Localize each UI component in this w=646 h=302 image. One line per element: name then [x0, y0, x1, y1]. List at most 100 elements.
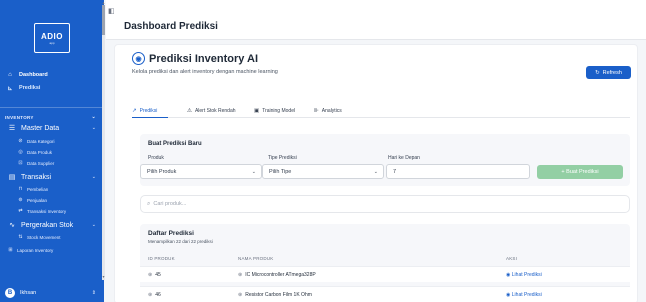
sidebar-item-label: Penjualan — [27, 197, 48, 203]
sidebar-scrollbar-thumb[interactable] — [102, 5, 105, 35]
sidebar-divider — [0, 107, 104, 108]
user-menu[interactable]: B Ikhsan ⇕ — [0, 284, 104, 302]
warning-icon: ⚠ — [187, 108, 192, 114]
box-icon: ⊛ — [148, 292, 153, 298]
box-icon: ⊛ — [238, 292, 243, 298]
row-id: ⊛ 45 — [148, 272, 161, 278]
box-icon: ⊛ — [148, 272, 153, 278]
tab-training-model[interactable]: ▣ Training Model — [254, 104, 295, 118]
refresh-button[interactable]: ↻ Refresh — [586, 66, 631, 79]
search-icon: ⌕ — [147, 200, 151, 207]
search-input[interactable]: ⌕ Cari produk... — [140, 195, 630, 213]
table-row: ⊛ 45 ⊛ IC Microcontroller ATmega328P ◉ Lih… — [140, 266, 630, 282]
chevron-down-icon: ⌄ — [91, 174, 96, 180]
sidebar-item-data-supplier[interactable]: ⊡ Data Supplier — [0, 157, 104, 169]
link-label: Lihat Prediksi — [511, 292, 542, 298]
column-header-action: AKSI — [506, 256, 518, 261]
sidebar-toggle-icon[interactable]: ◧ — [108, 7, 115, 15]
product-select-value: Pilih Produk — [147, 168, 177, 175]
truck-icon: ⊡ — [18, 160, 23, 166]
type-select[interactable]: Pilih Tipe ⌄ — [262, 164, 384, 179]
tab-label: Prediksi — [139, 107, 158, 114]
database-icon: ☰ — [8, 125, 16, 132]
app-logo[interactable]: ADIO app — [34, 23, 70, 53]
tab-bar: ↗ Prediksi ⚠ Alert Stok Rendah ▣ Trainin… — [132, 104, 630, 118]
tag-icon: ⊘ — [18, 138, 23, 144]
view-prediction-link[interactable]: ◉ Lihat Prediksi — [506, 292, 542, 298]
cart-icon: ⊓ — [18, 186, 23, 192]
row-name: ⊛ IC Microcontroller ATmega328P — [238, 272, 316, 278]
sidebar-item-laporan-inventory[interactable]: ⊞ Laporan Inventory — [0, 244, 104, 256]
section-label: INVENTORY — [5, 114, 34, 120]
sidebar-item-label: Transaksi Inventory — [27, 208, 67, 214]
sidebar-item-label: Dashboard — [19, 72, 48, 78]
group-label: Transaksi — [21, 173, 52, 181]
chevron-down-icon: ⌄ — [373, 168, 378, 175]
tab-alert-stok-rendah[interactable]: ⚠ Alert Stok Rendah — [187, 104, 236, 118]
refresh-label: Refresh — [602, 69, 622, 76]
tab-label: Training Model — [262, 108, 296, 114]
view-prediction-link[interactable]: ◉ Lihat Prediksi — [506, 272, 542, 278]
sidebar-group-transaksi[interactable]: ▤ Transaksi ⌄ — [0, 171, 104, 183]
row-name: ⊛ Resistor Carbon Film 1K Ohm — [238, 292, 312, 298]
logo-text: ADIO — [41, 31, 63, 41]
tab-analytics[interactable]: ⊪ Analytics — [314, 104, 342, 118]
chevron-down-icon: ⌄ — [251, 168, 256, 175]
column-header-id: ID PRODUK — [148, 256, 175, 261]
days-input-value: 7 — [393, 168, 397, 175]
ai-icon: ◉ — [132, 52, 145, 65]
sidebar-scrollbar[interactable] — [102, 5, 105, 280]
search-placeholder: Cari produk... — [153, 201, 187, 207]
chart-icon: ⊾ — [7, 85, 13, 92]
column-header-name: NAMA PRODUK — [238, 256, 274, 261]
tab-label: Alert Stok Rendah — [194, 108, 236, 114]
table-row: ⊛ 46 ⊛ Resistor Carbon Film 1K Ohm ◉ Lihat… — [140, 286, 630, 302]
chevron-down-icon: ⌄ — [91, 222, 96, 228]
tab-label: Analytics — [321, 108, 342, 114]
sidebar-item-label: Pembelian — [27, 186, 49, 192]
row-name-value: IC Microcontroller ATmega328P — [245, 272, 316, 278]
row-name-value: Resistor Carbon Film 1K Ohm — [245, 292, 312, 298]
product-label: Produk — [148, 155, 164, 161]
days-input[interactable]: 7 — [386, 164, 530, 179]
row-id: ⊛ 46 — [148, 292, 161, 298]
page-title: Dashboard Prediksi — [124, 21, 218, 32]
sale-icon: ⊚ — [18, 197, 23, 203]
sidebar: ADIO app ⌂ Dashboard ⊾ Prediksi INVENTOR… — [0, 0, 104, 302]
sidebar-group-master-data[interactable]: ☰ Master Data ⌄ — [0, 122, 104, 134]
sidebar-item-label: Prediksi — [19, 85, 41, 91]
group-label: Pergerakan Stok — [21, 221, 74, 229]
type-label: Tipe Prediksi — [268, 155, 297, 161]
tab-prediksi[interactable]: ↗ Prediksi — [132, 104, 168, 118]
chevron-up-down-icon: ⇕ — [91, 290, 96, 296]
sidebar-item-stock-movement[interactable]: ⇅ Stock Movement — [0, 231, 104, 243]
sidebar-item-prediksi[interactable]: ⊾ Prediksi — [0, 82, 104, 94]
trend-icon: ↗ — [132, 107, 137, 114]
chevron-down-icon: ⌄ — [91, 114, 96, 120]
pulse-icon: ∿ — [9, 222, 15, 229]
scroll-up-arrow-icon[interactable]: ▴ — [102, 0, 105, 5]
sidebar-group-pergerakan-stok[interactable]: ∿ Pergerakan Stok ⌄ — [0, 219, 104, 231]
refresh-icon: ↻ — [595, 69, 600, 76]
section-title: Prediksi Inventory AI — [149, 53, 259, 65]
list-subtitle: Menampilkan 22 dari 22 prediksi — [148, 239, 213, 244]
sidebar-item-dashboard[interactable]: ⌂ Dashboard — [0, 69, 104, 81]
scroll-down-arrow-icon[interactable]: ▾ — [102, 274, 105, 279]
row-id-value: 45 — [155, 272, 161, 278]
product-select[interactable]: Pilih Produk ⌄ — [140, 164, 262, 179]
page-header: ◧ Dashboard Prediksi — [106, 0, 646, 40]
sidebar-item-label: Laporan Inventory — [17, 247, 54, 253]
sidebar-item-transaksi-inventory[interactable]: ⇄ Transaksi Inventory — [0, 205, 104, 217]
swap-icon: ⇄ — [18, 208, 23, 214]
sidebar-item-label: Stock Movement — [27, 234, 61, 240]
bar-chart-icon: ⊪ — [314, 108, 319, 114]
link-label: Lihat Prediksi — [511, 272, 542, 278]
create-prediction-button[interactable]: + Buat Prediksi — [537, 165, 623, 179]
chevron-down-icon: ⌄ — [91, 125, 96, 131]
box-icon: ◎ — [18, 149, 23, 155]
user-name: Ikhsan — [20, 290, 37, 296]
move-icon: ⇅ — [18, 234, 23, 240]
list-title: Daftar Prediksi — [148, 230, 194, 237]
row-id-value: 46 — [155, 292, 161, 298]
sidebar-item-label: Data Kategori — [27, 138, 55, 144]
